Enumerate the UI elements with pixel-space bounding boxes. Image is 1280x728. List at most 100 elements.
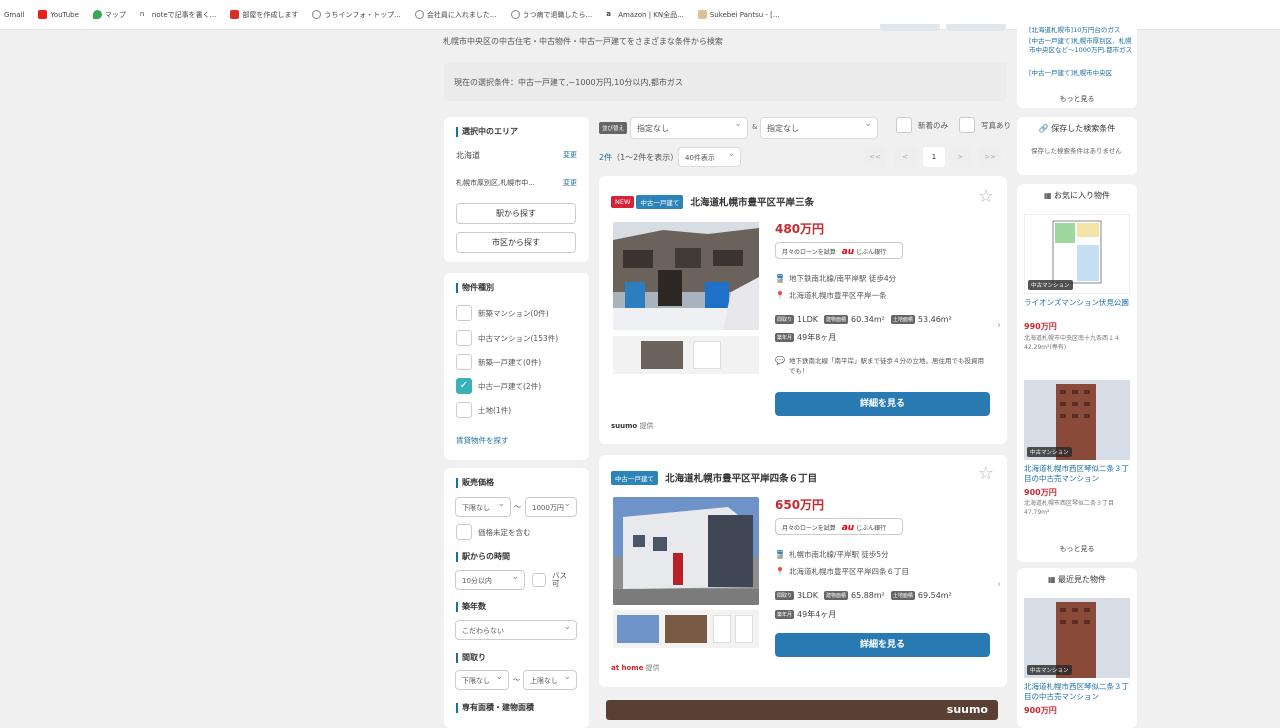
checkbox[interactable] — [959, 117, 975, 133]
walk-select[interactable]: 10分以内 — [455, 570, 525, 590]
bookmark-note[interactable]: n noteで記事を書く... — [140, 10, 216, 20]
detail-button[interactable]: 詳細を見る — [775, 392, 990, 416]
chevron-right-icon[interactable]: › — [997, 320, 1001, 331]
change-city-link[interactable]: 変更 — [563, 178, 577, 188]
favorite-name[interactable]: ライオンズマンション伏見公園 — [1024, 298, 1132, 308]
type-checkbox-used-house[interactable]: ✓ 中古一戸建て(2件) — [456, 378, 541, 394]
header-button-left[interactable] — [880, 24, 940, 31]
checkbox[interactable] — [532, 573, 546, 587]
pager-next[interactable]: > — [949, 147, 971, 167]
source-line: suumo 提供 — [611, 421, 653, 431]
photo-checkbox[interactable]: 写真あり — [959, 117, 1011, 133]
listing-card[interactable]: 中古一戸建て 北海道札幌市豊平区平岸四条６丁目 ☆ 650万円 月々のローンを試… — [599, 455, 1007, 687]
layout-max-select[interactable]: 上限なし — [523, 670, 577, 690]
bookmark-amazon[interactable]: a Amazon | KN全品... — [606, 10, 684, 20]
more-link[interactable]: もっと見る — [1017, 94, 1137, 104]
sort-select-2[interactable]: 指定なし — [760, 117, 878, 139]
listing-title[interactable]: 北海道札幌市豊平区平岸三条 — [691, 198, 815, 209]
check-icon[interactable]: ✓ — [456, 378, 472, 394]
type-title: 物件種別 — [456, 283, 494, 293]
type-checkbox-new-mansion[interactable]: 新築マンション(0件) — [456, 305, 549, 321]
bookmark-youtube[interactable]: YouTube — [38, 10, 79, 19]
detail-button[interactable]: 詳細を見る — [775, 633, 990, 657]
loan-calc-button[interactable]: 月々のローンを試算 au じぶん銀行 — [775, 518, 903, 535]
checkbox[interactable] — [456, 305, 472, 321]
sort-select-1[interactable]: 指定なし — [630, 117, 748, 139]
layout-min-select[interactable]: 下限なし — [455, 670, 509, 690]
checkbox[interactable] — [456, 354, 472, 370]
checkbox[interactable] — [456, 330, 472, 346]
price-max-select[interactable]: 1000万円 — [525, 497, 577, 517]
bookmark-utsu[interactable]: うつ病で退職したら... — [510, 10, 592, 20]
type-badge: 中古一戸建て — [611, 470, 658, 485]
thumbnail-floorplan[interactable] — [735, 615, 753, 643]
listing-title[interactable]: 北海道札幌市豊平区平岸四条６丁目 — [665, 474, 817, 485]
pager-last[interactable]: >> — [979, 147, 1001, 167]
newonly-checkbox[interactable]: 新着のみ — [896, 117, 948, 133]
globe-icon — [312, 10, 322, 19]
bookmark-sukebei[interactable]: Sukebei Pantsu - [... — [697, 10, 780, 19]
area-prefecture: 北海道 — [456, 151, 480, 160]
change-prefecture-link[interactable]: 変更 — [563, 150, 577, 160]
loan-calc-button[interactable]: 月々のローンを試算 au じぶん銀行 — [775, 242, 903, 259]
header-button-right[interactable] — [946, 24, 1006, 31]
listing-photo[interactable] — [613, 497, 759, 605]
favorite-star-icon[interactable]: ☆ — [978, 463, 994, 484]
recent-name[interactable]: 北海道札幌市西区琴似二条３丁目の中古売マンション — [1024, 682, 1132, 702]
checkbox-label: 土地(1件) — [478, 405, 512, 415]
spec-tag: 築年月 — [775, 333, 795, 342]
rent-link[interactable]: 賃貸物件を探す — [456, 435, 509, 446]
checkbox[interactable] — [896, 117, 912, 133]
result-count-number: 2件 — [599, 153, 613, 162]
listing-header: 中古一戸建て 北海道札幌市豊平区平岸四条６丁目 — [611, 467, 817, 486]
thumbnail-floorplan[interactable] — [693, 341, 721, 369]
bookmark-label: 会社員に入れました... — [426, 10, 497, 19]
pager-first[interactable]: << — [864, 147, 886, 167]
athome-logo: at home — [611, 664, 644, 672]
thumbnail-photo[interactable] — [641, 341, 683, 369]
age-select[interactable]: こだわらない — [455, 620, 577, 640]
saved-search-title-text: 保存した検索条件 — [1051, 124, 1116, 133]
bookmark-uchi[interactable]: うちインフォ・トップ... — [312, 10, 401, 20]
history-link[interactable]: [中古一戸建て]札幌市厚別区、札幌市中央区など〜1000万円,都市ガス — [1029, 37, 1133, 55]
bus-checkbox[interactable]: バス可 — [532, 572, 572, 588]
bookmark-room[interactable]: 部屋を作成します — [230, 10, 298, 20]
house-photo — [613, 222, 759, 330]
favorite-image[interactable]: 中古マンション — [1024, 380, 1130, 460]
favorite-star-icon[interactable]: ☆ — [978, 186, 994, 207]
suumo-banner[interactable]: suumo — [606, 700, 998, 720]
house-photo — [613, 497, 759, 605]
checkbox[interactable] — [456, 524, 472, 540]
recent-image[interactable]: 中古マンション — [1024, 598, 1130, 678]
price-undecided-checkbox[interactable]: 価格未定を含む — [456, 524, 531, 540]
spec-tag: 建物面積 — [823, 591, 848, 600]
bookmark-gmail[interactable]: Gmail — [4, 11, 24, 19]
pager-prev[interactable]: < — [894, 147, 916, 167]
checkbox[interactable] — [456, 402, 472, 418]
bookmark-company[interactable]: 会社員に入れました... — [414, 10, 497, 20]
type-checkbox-new-house[interactable]: 新築一戸建て(0件) — [456, 354, 541, 370]
bank-logo: au — [841, 523, 855, 533]
thumbnail-floorplan[interactable] — [713, 615, 731, 643]
listing-card[interactable]: NEW 中古一戸建て 北海道札幌市豊平区平岸三条 ☆ 480万円 月々のローンを試… — [599, 176, 1007, 444]
favorite-name[interactable]: 北海道札幌市西区琴似二条３丁目の中古売マンション — [1024, 464, 1132, 484]
history-link[interactable]: [中古一戸建て]札幌市中央区 — [1029, 69, 1133, 78]
type-checkbox-used-mansion[interactable]: 中古マンション(153件) — [456, 330, 558, 346]
thumbnail-photo[interactable] — [617, 615, 659, 643]
spec-row: 間取り 1LDK 建物面積 60.34m² 土地面積 53.46m² — [775, 315, 952, 324]
bookmark-maps[interactable]: マップ — [92, 10, 126, 20]
price-min-select[interactable]: 下限なし — [455, 497, 511, 517]
history-link[interactable]: [北海道札幌市]10万円台のガス — [1029, 26, 1133, 35]
pager-current[interactable]: 1 — [923, 147, 945, 167]
age-row: 築年月 49年4ヶ月 — [775, 609, 836, 620]
favorite-image[interactable]: 中古マンション — [1024, 214, 1130, 294]
thumbnail-photo[interactable] — [665, 615, 707, 643]
search-by-city-button[interactable]: 市区から探す — [456, 232, 576, 253]
listing-photo[interactable] — [613, 222, 759, 330]
perpage-select[interactable]: 40件表示 — [678, 147, 741, 167]
search-by-station-button[interactable]: 駅から探す — [456, 203, 576, 224]
more-link[interactable]: もっと見る — [1017, 544, 1137, 554]
chevron-right-icon[interactable]: › — [997, 579, 1001, 590]
building-icon: ▦ — [1043, 191, 1055, 200]
type-checkbox-land[interactable]: 土地(1件) — [456, 402, 511, 418]
